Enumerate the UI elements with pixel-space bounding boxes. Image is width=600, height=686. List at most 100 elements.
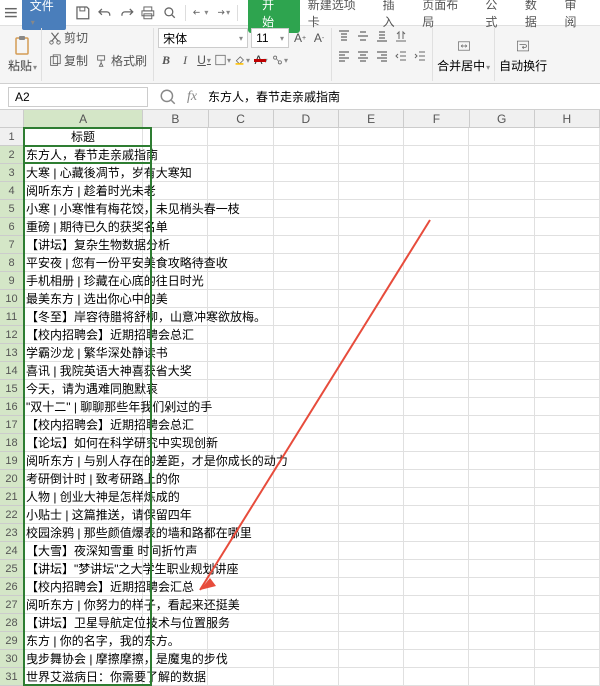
cell[interactable]: 人物 | 创业大神是怎样炼成的 xyxy=(24,488,143,506)
cell[interactable] xyxy=(469,236,534,254)
cell[interactable] xyxy=(208,470,273,488)
cell[interactable] xyxy=(535,272,600,290)
cell[interactable] xyxy=(469,506,534,524)
cell[interactable]: 阅听东方 | 与别人存在的差距，才是你成长的动力 xyxy=(24,452,143,470)
row-header[interactable]: 6 xyxy=(0,218,23,236)
cell[interactable] xyxy=(535,524,600,542)
cell[interactable] xyxy=(535,308,600,326)
cell[interactable]: 东方 | 你的名字，我的东方。 xyxy=(24,632,143,650)
cell[interactable] xyxy=(535,542,600,560)
cell[interactable] xyxy=(404,164,469,182)
cell[interactable] xyxy=(339,668,404,686)
cell[interactable]: "双十二" | 聊聊那些年我们剁过的手 xyxy=(24,398,143,416)
cell[interactable]: 考研倒计时 | 致考研路上的你 xyxy=(24,470,143,488)
cell[interactable] xyxy=(274,470,339,488)
cell[interactable] xyxy=(208,578,273,596)
cell[interactable] xyxy=(274,164,339,182)
cell[interactable] xyxy=(404,308,469,326)
cell[interactable] xyxy=(535,182,600,200)
row-header[interactable]: 21 xyxy=(0,488,23,506)
row-header[interactable]: 20 xyxy=(0,470,23,488)
row-header[interactable]: 4 xyxy=(0,182,23,200)
row-header[interactable]: 17 xyxy=(0,416,23,434)
cell[interactable] xyxy=(274,344,339,362)
cell[interactable] xyxy=(274,218,339,236)
decrease-font-icon[interactable]: A- xyxy=(311,30,327,46)
cell[interactable] xyxy=(404,488,469,506)
cell[interactable] xyxy=(469,578,534,596)
underline-icon[interactable]: U▾ xyxy=(196,52,212,68)
cell[interactable] xyxy=(535,560,600,578)
italic-icon[interactable]: I xyxy=(177,52,193,68)
cell[interactable] xyxy=(404,272,469,290)
column-header-E[interactable]: E xyxy=(339,110,404,127)
cell[interactable] xyxy=(469,650,534,668)
cell[interactable]: 【校内招聘会】近期招聘会总汇 xyxy=(24,326,143,344)
cell[interactable]: 阅听东方 | 你努力的样子，看起来还挺美 xyxy=(24,596,143,614)
format-painter-button[interactable]: 格式刷 xyxy=(93,51,149,70)
cell[interactable] xyxy=(535,668,600,686)
cell[interactable] xyxy=(404,560,469,578)
cell[interactable] xyxy=(339,308,404,326)
cell[interactable] xyxy=(535,416,600,434)
cell[interactable]: 今天，请为遇难同胞默哀 xyxy=(24,380,143,398)
cell[interactable] xyxy=(404,380,469,398)
cell[interactable] xyxy=(404,254,469,272)
decrease-indent-icon[interactable] xyxy=(393,48,409,64)
align-right-icon[interactable] xyxy=(374,48,390,64)
cell[interactable] xyxy=(208,416,273,434)
cell[interactable] xyxy=(339,236,404,254)
cell[interactable] xyxy=(274,650,339,668)
cell[interactable] xyxy=(469,182,534,200)
cell[interactable] xyxy=(208,362,273,380)
app-menu-icon[interactable] xyxy=(4,6,18,20)
increase-font-icon[interactable]: A+ xyxy=(292,30,308,46)
paste-icon[interactable] xyxy=(12,35,34,57)
cell[interactable] xyxy=(404,614,469,632)
cell[interactable]: 学霸沙龙 | 繁华深处静读书 xyxy=(24,344,143,362)
cell[interactable] xyxy=(404,290,469,308)
cell[interactable] xyxy=(469,344,534,362)
cell[interactable] xyxy=(274,560,339,578)
cell[interactable]: 最美东方 | 选出你心中的美 xyxy=(24,290,143,308)
cell[interactable] xyxy=(535,290,600,308)
cell[interactable]: 标题 xyxy=(24,128,143,146)
cell[interactable] xyxy=(404,650,469,668)
paste-label[interactable]: 粘贴▾ xyxy=(8,57,37,74)
cell[interactable]: 曳步舞协会 | 摩擦摩擦，是魔鬼的步伐 xyxy=(24,650,143,668)
column-header-A[interactable]: A xyxy=(24,110,143,127)
cell[interactable] xyxy=(208,488,273,506)
cell[interactable] xyxy=(535,578,600,596)
cell[interactable]: 东方人，春节走亲戚指南 xyxy=(24,146,143,164)
cell[interactable] xyxy=(535,488,600,506)
cell[interactable] xyxy=(208,290,273,308)
undo-icon[interactable] xyxy=(97,5,113,21)
cell[interactable]: 校园涂鸦 | 那些颜值爆表的墙和路都在哪里 xyxy=(24,524,143,542)
cell[interactable] xyxy=(469,290,534,308)
cell[interactable] xyxy=(208,326,273,344)
cell[interactable] xyxy=(469,326,534,344)
cell[interactable]: 阅听东方 | 趁着时光未老 xyxy=(24,182,143,200)
cell[interactable] xyxy=(274,614,339,632)
cell[interactable] xyxy=(404,182,469,200)
column-header-B[interactable]: B xyxy=(143,110,208,127)
cell[interactable] xyxy=(274,146,339,164)
cell[interactable] xyxy=(208,236,273,254)
save-icon[interactable] xyxy=(75,5,91,21)
cell[interactable]: 【论坛】如何在科学研究中实现创新 xyxy=(24,434,143,452)
cell[interactable] xyxy=(274,380,339,398)
redo-dropdown-icon[interactable]: ▾ xyxy=(214,5,230,21)
insert-function-icon[interactable] xyxy=(159,88,177,106)
file-menu-button[interactable]: 文件▾ xyxy=(22,0,67,30)
row-header[interactable]: 26 xyxy=(0,578,23,596)
cell[interactable] xyxy=(274,290,339,308)
cell[interactable] xyxy=(535,506,600,524)
row-header[interactable]: 3 xyxy=(0,164,23,182)
font-name-select[interactable]: 宋体▾ xyxy=(158,28,248,48)
cell[interactable]: 手机相册 | 珍藏在心底的往日时光 xyxy=(24,272,143,290)
cell[interactable] xyxy=(469,380,534,398)
cell[interactable] xyxy=(404,632,469,650)
cell[interactable] xyxy=(339,542,404,560)
cell[interactable]: 【冬至】岸容待腊将舒柳，山意冲寒欲放梅。 xyxy=(24,308,143,326)
cell[interactable] xyxy=(339,362,404,380)
